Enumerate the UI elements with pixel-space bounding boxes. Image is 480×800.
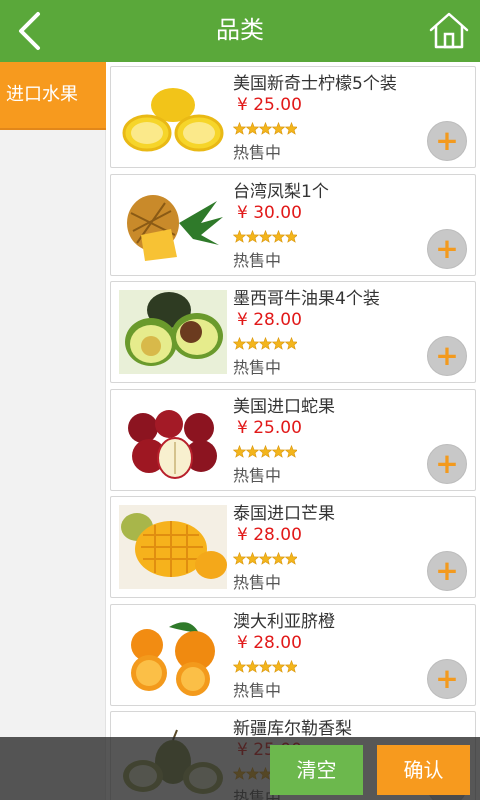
sale-status: 热售中 xyxy=(233,465,282,485)
plus-icon: + xyxy=(435,446,459,480)
product-name: 美国新奇士柠檬5个装 xyxy=(233,74,397,94)
product-image xyxy=(119,612,227,697)
home-button[interactable] xyxy=(426,8,472,54)
plus-icon: + xyxy=(435,339,459,372)
home-icon xyxy=(429,12,469,49)
product-price: ¥ 25.00 xyxy=(237,95,302,115)
product-name: 墨西哥牛油果4个装 xyxy=(233,289,380,309)
product-card[interactable]: 泰国进口芒果 ¥ 28.00 热售中 + xyxy=(110,496,476,598)
rating-stars-icon xyxy=(232,659,299,673)
plus-icon: + xyxy=(435,661,459,695)
add-to-cart-button[interactable]: + xyxy=(427,121,467,161)
confirm-button[interactable]: 确认 xyxy=(377,745,470,795)
product-name: 新疆库尔勒香梨 xyxy=(233,719,352,739)
add-to-cart-button[interactable]: + xyxy=(427,336,467,376)
top-bar: 品类 xyxy=(0,0,480,62)
bottom-action-bar: 清空 确认 xyxy=(0,737,480,800)
product-image xyxy=(119,75,227,159)
product-list[interactable]: 美国新奇士柠檬5个装 ¥ 25.00 热售中 + 台湾凤梨1个 ¥ 30.00 热售中 + 墨西… xyxy=(106,62,480,800)
add-to-cart-button[interactable]: + xyxy=(427,443,467,484)
product-card[interactable]: 澳大利亚脐橙 ¥ 28.00 热售中 + xyxy=(110,603,476,706)
product-image xyxy=(119,182,227,267)
plus-icon: + xyxy=(435,231,459,265)
product-image xyxy=(119,290,227,374)
rating-stars-icon xyxy=(232,229,299,243)
product-price: ¥ 28.00 xyxy=(237,525,302,545)
page-title: 品类 xyxy=(216,16,264,44)
product-price: ¥ 28.00 xyxy=(237,632,302,653)
product-name: 美国进口蛇果 xyxy=(233,396,335,417)
sale-status: 热售中 xyxy=(233,680,282,700)
rating-stars-icon xyxy=(232,551,299,565)
plus-icon: + xyxy=(435,124,459,157)
add-to-cart-button[interactable]: + xyxy=(427,658,467,699)
sale-status: 热售中 xyxy=(233,573,282,592)
rating-stars-icon xyxy=(232,121,299,135)
product-image xyxy=(119,505,227,589)
product-image xyxy=(119,397,227,482)
product-card[interactable]: 美国新奇士柠檬5个装 ¥ 25.00 热售中 + xyxy=(110,66,476,168)
product-price: ¥ 30.00 xyxy=(237,202,302,223)
product-card[interactable]: 台湾凤梨1个 ¥ 30.00 热售中 + xyxy=(110,173,476,276)
sale-status: 热售中 xyxy=(233,358,282,377)
add-to-cart-button[interactable]: + xyxy=(427,551,467,591)
rating-stars-icon xyxy=(232,336,299,350)
sale-status: 热售中 xyxy=(233,143,282,162)
sale-status: 热售中 xyxy=(233,250,282,270)
product-name: 泰国进口芒果 xyxy=(233,504,335,524)
product-name: 澳大利亚脐橙 xyxy=(233,611,335,632)
product-card[interactable]: 美国进口蛇果 ¥ 25.00 热售中 + xyxy=(110,388,476,491)
rating-stars-icon xyxy=(232,444,299,458)
product-name: 台湾凤梨1个 xyxy=(233,181,329,202)
sidebar-item-imported-fruit[interactable]: 进口水果 xyxy=(0,62,106,130)
sidebar-item-label: 进口水果 xyxy=(6,84,78,105)
clear-button[interactable]: 清空 xyxy=(270,745,363,795)
plus-icon: + xyxy=(435,554,459,587)
product-price: ¥ 28.00 xyxy=(237,310,302,330)
product-price: ¥ 25.00 xyxy=(237,417,302,438)
category-sidebar: 进口水果 xyxy=(0,62,106,800)
add-to-cart-button[interactable]: + xyxy=(427,228,467,269)
product-card[interactable]: 墨西哥牛油果4个装 ¥ 28.00 热售中 + xyxy=(110,281,476,383)
